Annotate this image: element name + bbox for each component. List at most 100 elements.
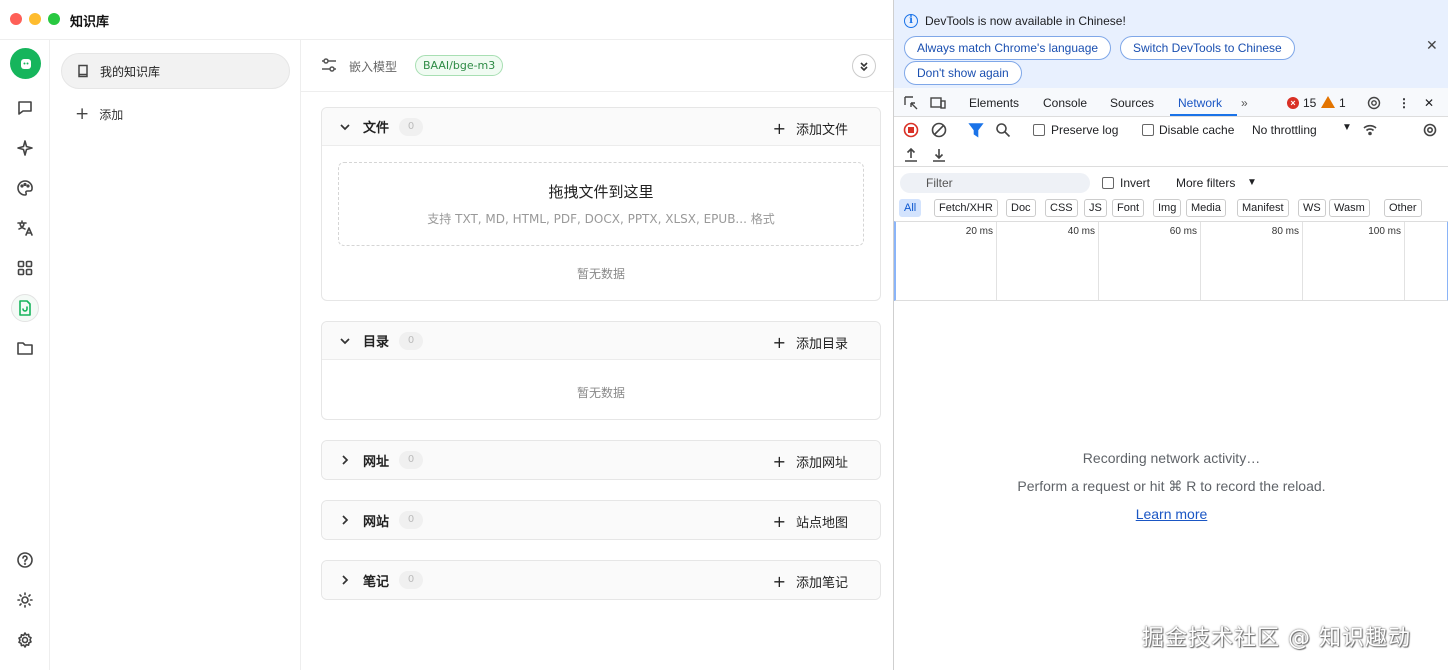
timeline-gridline [1302,222,1303,300]
chip-manifest[interactable]: Manifest [1237,199,1289,217]
close-window-button[interactable] [10,13,22,25]
network-overview-timeline[interactable]: 20 ms 40 ms 60 ms 80 ms 100 ms [894,221,1448,301]
more-filters-dropdown-icon[interactable]: ▼ [1247,177,1257,188]
translate-nav-button[interactable] [11,214,39,242]
error-count[interactable]: 15 [1303,96,1316,110]
app-window: 知识库 我的知识库 + 添加 嵌入模型 BAAI/bge-m3 文件 0 + 添… [0,0,893,670]
gear-icon[interactable] [1366,95,1382,111]
close-icon[interactable]: ✕ [1426,37,1438,54]
chip-ws[interactable]: WS [1298,199,1326,217]
section-header-files[interactable]: 文件 0 + 添加文件 [322,108,880,146]
file-dropzone[interactable]: 拖拽文件到这里 支持 TXT, MD, HTML, PDF, DOCX, PPT… [338,162,864,246]
chevron-down-icon [340,337,350,344]
record-stop-icon[interactable] [903,122,919,138]
warning-icon[interactable] [1321,96,1335,108]
filter-bar: Filter Invert More filters ▼ [894,170,1448,196]
error-icon[interactable]: × [1287,97,1299,109]
add-file-button[interactable]: + 添加文件 [773,119,848,138]
section-header-websites[interactable]: 网站 0 + 站点地图 [322,501,880,539]
throttling-select[interactable]: No throttling [1252,123,1317,137]
paint-nav-button[interactable] [11,174,39,202]
knowledge-nav-button[interactable] [11,294,39,322]
section-header-directories[interactable]: 目录 0 + 添加目录 [322,322,880,360]
section-count-badge: 0 [399,451,424,469]
settings-nav-button[interactable] [11,626,39,654]
empty-state: 暂无数据 [576,267,625,281]
chip-doc[interactable]: Doc [1006,199,1036,217]
warning-count[interactable]: 1 [1339,96,1346,110]
section-title: 网址 [363,454,390,470]
clear-icon[interactable] [931,122,947,138]
chip-media[interactable]: Media [1186,199,1226,217]
learn-more-link[interactable]: Learn more [894,506,1448,522]
agents-nav-button[interactable] [11,134,39,162]
add-note-button[interactable]: + 添加笔记 [773,572,848,591]
switch-chinese-button[interactable]: Switch DevTools to Chinese [1120,36,1295,60]
network-conditions-icon[interactable] [1362,122,1378,138]
throttling-dropdown-icon[interactable]: ▼ [1342,122,1352,133]
export-har-icon[interactable] [931,147,947,163]
chip-img[interactable]: Img [1153,199,1182,217]
files-nav-button[interactable] [11,334,39,362]
help-nav-button[interactable] [11,546,39,574]
watermark: 掘金技术社区 @ 知识趣动 [1142,626,1411,651]
section-title: 文件 [363,121,390,136]
more-options-icon[interactable]: ⋮ [1398,96,1410,110]
dont-show-again-button[interactable]: Don't show again [904,61,1022,85]
chip-js[interactable]: JS [1084,199,1107,217]
preserve-log-checkbox[interactable] [1033,124,1045,136]
more-filters-button[interactable]: More filters [1176,176,1235,190]
avatar[interactable] [10,48,41,79]
tab-network[interactable]: Network [1178,96,1222,110]
chat-nav-button[interactable] [11,94,39,122]
recording-message: Recording network activity… [1082,450,1261,466]
section-header-notes[interactable]: 笔记 0 + 添加笔记 [322,561,880,599]
device-toolbar-icon[interactable] [930,95,946,111]
chip-fetch-xhr[interactable]: Fetch/XHR [934,199,998,217]
preserve-log-label: Preserve log [1051,123,1119,137]
chip-css[interactable]: CSS [1045,199,1078,217]
tab-console[interactable]: Console [1043,96,1087,110]
add-url-button[interactable]: + 添加网址 [773,452,848,471]
tab-sources[interactable]: Sources [1110,96,1154,110]
section-header-urls[interactable]: 网址 0 + 添加网址 [322,441,880,479]
collapse-all-button[interactable] [852,54,876,78]
chip-wasm[interactable]: Wasm [1329,199,1370,217]
chip-other[interactable]: Other [1384,199,1422,217]
embed-model-label: 嵌入模型 [349,60,398,74]
plus-icon: + [772,511,786,531]
minimize-window-button[interactable] [29,13,41,25]
translate-icon [17,220,33,236]
network-settings-gear-icon[interactable] [1422,122,1438,138]
search-icon[interactable] [995,122,1011,138]
inspect-element-icon[interactable] [903,95,919,111]
apps-nav-button[interactable] [11,254,39,282]
add-directory-button[interactable]: + 添加目录 [773,333,848,352]
add-sitemap-button[interactable]: + 站点地图 [773,512,848,531]
invert-checkbox[interactable] [1102,177,1114,189]
import-har-icon[interactable] [903,147,919,163]
sliders-icon[interactable] [321,57,337,73]
plus-icon: + [772,571,786,591]
add-url-label: 添加网址 [795,456,848,471]
timeline-gridline [1200,222,1201,300]
assistant-logo-icon [20,58,31,69]
grid-icon [17,260,33,276]
filter-input[interactable]: Filter [900,173,1090,193]
tab-elements[interactable]: Elements [969,96,1019,110]
disable-cache-label: Disable cache [1159,123,1235,137]
match-language-button[interactable]: Always match Chrome's language [904,36,1112,60]
theme-toggle-button[interactable] [11,586,39,614]
disable-cache-checkbox[interactable] [1142,124,1154,136]
filter-funnel-icon[interactable] [968,122,984,138]
close-devtools-icon[interactable]: ✕ [1424,96,1434,110]
section-count-badge: 0 [399,511,424,529]
chip-all[interactable]: All [899,199,922,217]
chip-font[interactable]: Font [1112,199,1145,217]
maximize-window-button[interactable] [48,13,60,25]
section-files: 文件 0 + 添加文件 拖拽文件到这里 支持 TXT, MD, HTML, PDF… [321,107,881,301]
add-knowledge-base-button[interactable]: + 添加 [75,106,123,123]
more-tabs-chevron-icon[interactable]: » [1241,96,1248,110]
knowledge-base-item[interactable]: 我的知识库 [61,53,290,89]
chat-bubble-icon [18,101,32,115]
